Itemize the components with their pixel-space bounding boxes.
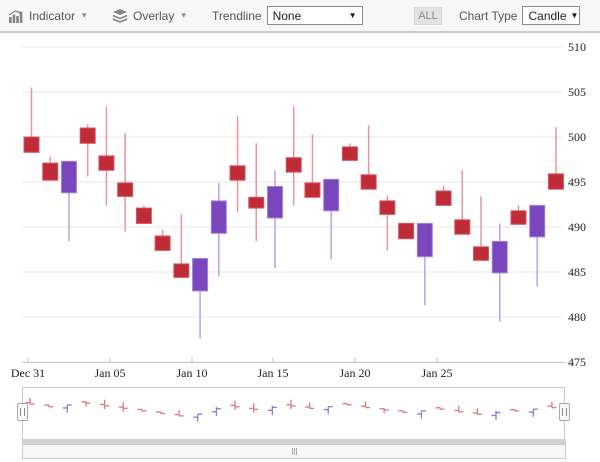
navigator-left-handle[interactable] xyxy=(17,403,28,421)
right-handle-grip-icon xyxy=(562,408,567,416)
candle-up xyxy=(417,223,432,256)
stock-chart-app: Indicator ▾ Overlay ▾ Trendline None ▼ A… xyxy=(0,0,600,462)
candle-down xyxy=(99,156,114,170)
x-tick-label: Jan 10 xyxy=(164,366,220,381)
x-tick-label: Dec 31 xyxy=(0,366,56,381)
navigator-panel[interactable] xyxy=(22,387,565,440)
y-tick-label: 490 xyxy=(568,220,600,235)
y-tick-label: 500 xyxy=(568,130,600,145)
scrollbar-track[interactable] xyxy=(22,444,566,459)
candle-down xyxy=(361,175,376,189)
candle-down xyxy=(24,137,39,152)
candle-down xyxy=(436,191,451,205)
candle-up xyxy=(61,161,76,193)
candle-down xyxy=(548,174,563,189)
x-tick-label: Jan 25 xyxy=(409,366,465,381)
candle-up xyxy=(267,187,282,219)
x-tick-label: Jan 15 xyxy=(245,366,301,381)
candle-down xyxy=(399,223,414,238)
candle-up xyxy=(492,241,507,273)
candle-down xyxy=(249,197,264,208)
candle-up xyxy=(530,205,545,237)
x-tick-label: Jan 05 xyxy=(82,366,138,381)
left-handle-grip-icon xyxy=(20,408,25,416)
candle-down xyxy=(43,163,58,180)
candle-down xyxy=(155,236,170,250)
y-tick-label: 510 xyxy=(568,40,600,55)
candle-down xyxy=(305,183,320,197)
navigator-right-handle[interactable] xyxy=(559,403,570,421)
y-tick-label: 480 xyxy=(568,310,600,325)
candle-up xyxy=(193,259,208,291)
scrollbar-grip-icon[interactable] xyxy=(294,448,295,455)
candle-up xyxy=(324,179,339,211)
candle-down xyxy=(230,166,245,180)
y-tick-label: 475 xyxy=(568,355,600,370)
candle-down xyxy=(342,147,357,161)
candle-down xyxy=(380,201,395,215)
candle-down xyxy=(286,158,301,172)
y-tick-label: 505 xyxy=(568,85,600,100)
y-tick-label: 485 xyxy=(568,265,600,280)
candle-down xyxy=(80,128,95,143)
y-tick-label: 495 xyxy=(568,175,600,190)
candle-down xyxy=(474,247,489,260)
candle-up xyxy=(211,201,226,233)
candle-down xyxy=(174,264,189,278)
candle-down xyxy=(136,208,151,223)
candle-down xyxy=(511,211,526,225)
candle-down xyxy=(118,183,133,197)
candle-down xyxy=(455,220,470,234)
x-tick-label: Jan 20 xyxy=(327,366,383,381)
